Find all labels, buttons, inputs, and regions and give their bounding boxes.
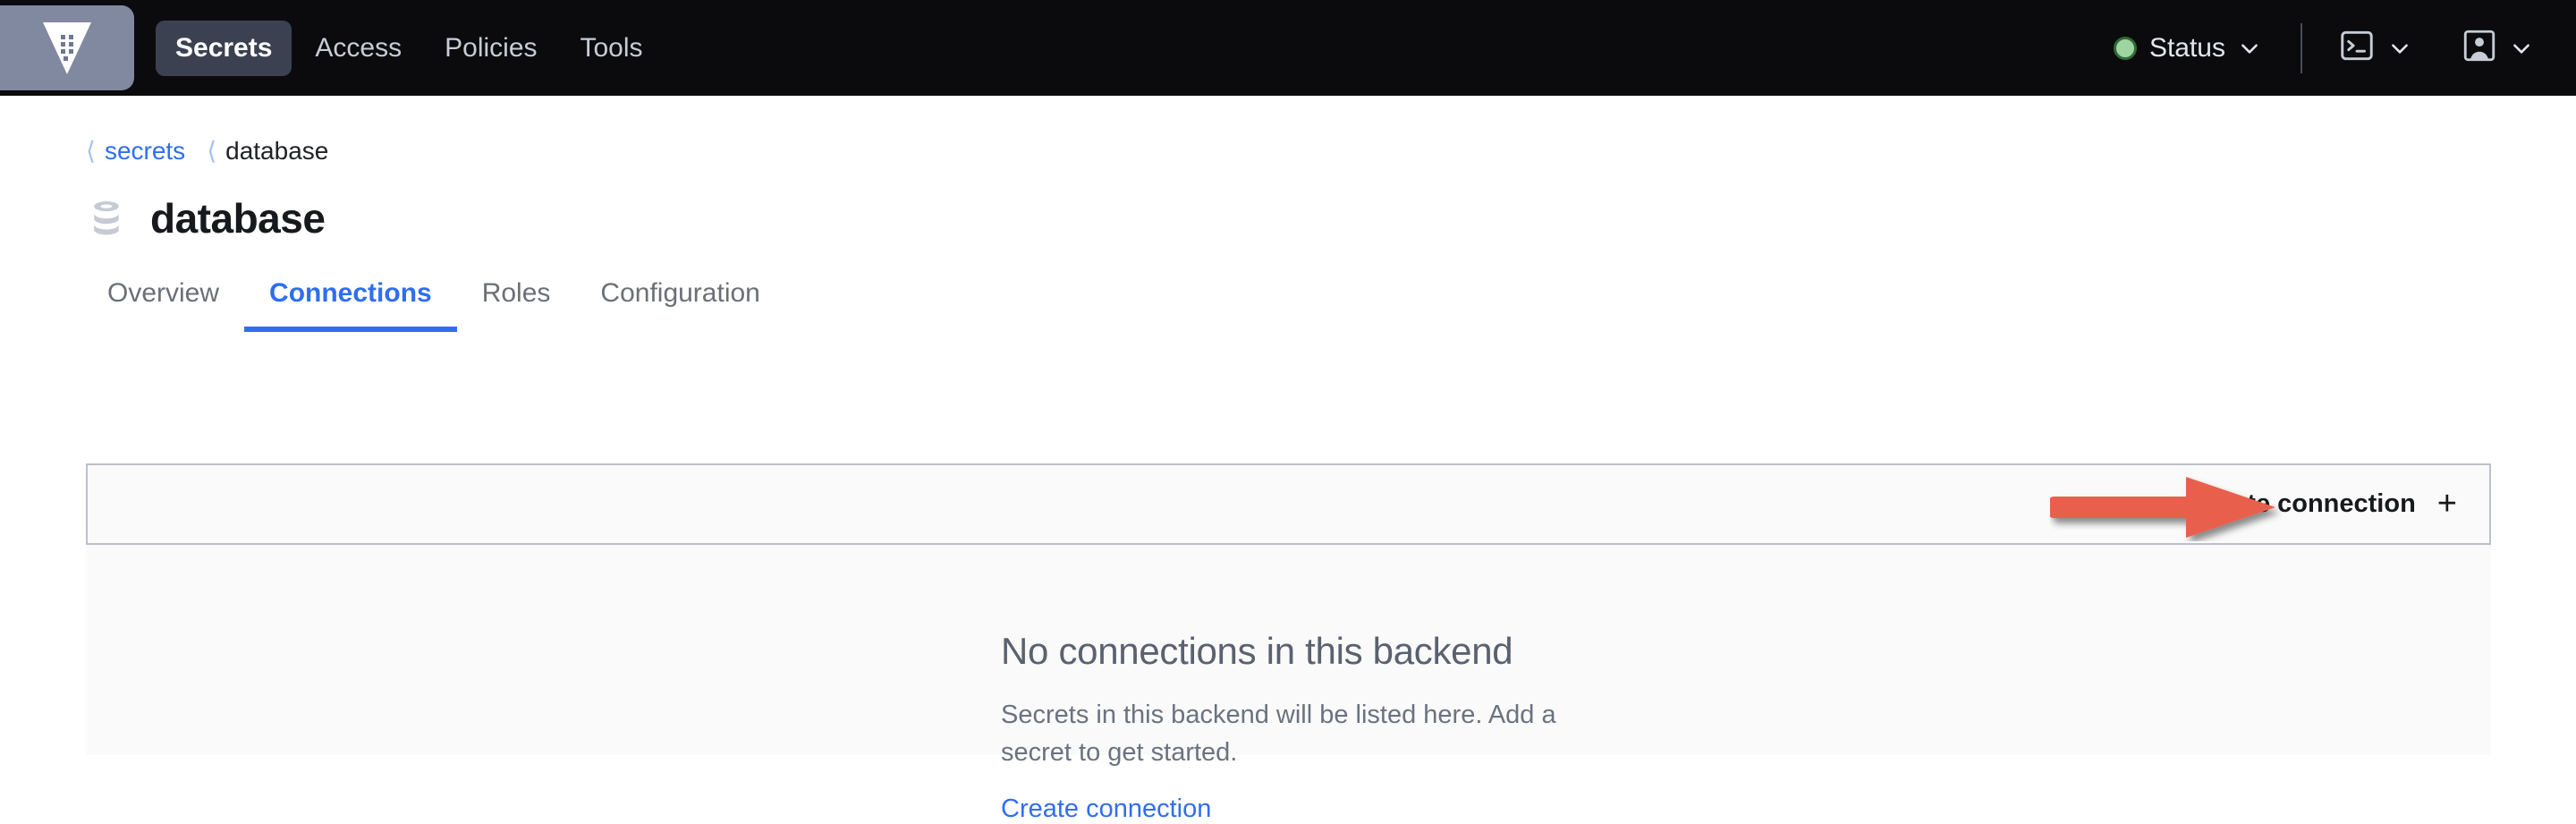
nav-right-group: Status [2105, 0, 2576, 96]
nav-item-policies-label: Policies [445, 32, 538, 63]
empty-state-title: No connections in this backend [1001, 630, 1513, 672]
chevron-down-icon [2510, 37, 2533, 60]
console-toggle-button[interactable] [2333, 25, 2419, 71]
nav-item-access[interactable]: Access [295, 21, 421, 76]
plus-icon: + [2436, 485, 2457, 523]
empty-state: No connections in this backend Secrets i… [1001, 630, 1627, 824]
connections-list-area: No connections in this backend Secrets i… [86, 545, 2491, 823]
chevron-down-icon [2388, 37, 2411, 60]
empty-state-body: Secrets in this backend will be listed h… [1001, 701, 1556, 768]
chevron-left-icon: ⟨ [86, 137, 96, 165]
page-title: database [150, 195, 326, 242]
status-indicator-dot [2113, 36, 2137, 60]
page-body: ⟨ secrets ⟨ database database Overview C… [0, 96, 2576, 823]
nav-item-tools-label: Tools [580, 32, 643, 63]
chevron-down-icon [2238, 37, 2261, 60]
breadcrumb: ⟨ secrets ⟨ database [86, 96, 2576, 164]
nav-item-secrets[interactable]: Secrets [156, 20, 292, 76]
chevron-left-icon: ⟨ [207, 137, 217, 165]
tab-overview[interactable]: Overview [86, 280, 244, 332]
create-connection-button[interactable]: Create connection + [2189, 485, 2457, 523]
tab-connections-label: Connections [269, 278, 432, 308]
content-column: ⟨ secrets ⟨ database database Overview C… [86, 96, 2576, 823]
nav-item-policies[interactable]: Policies [425, 21, 556, 76]
primary-nav: Secrets Access Policies Tools [156, 20, 663, 76]
user-menu-button[interactable] [2456, 24, 2540, 72]
tab-configuration[interactable]: Configuration [575, 280, 784, 332]
tab-bar: Overview Connections Roles Configuration [86, 276, 2576, 332]
vault-logo-button[interactable] [0, 5, 134, 90]
tab-connections[interactable]: Connections [244, 280, 457, 332]
vault-logo-icon [41, 21, 93, 76]
database-stack-icon [86, 198, 127, 239]
tab-roles[interactable]: Roles [457, 280, 576, 332]
nav-item-access-label: Access [315, 32, 402, 63]
nav-item-tools[interactable]: Tools [561, 21, 663, 76]
breadcrumb-item-secrets[interactable]: secrets [105, 139, 185, 164]
status-label: Status [2148, 32, 2225, 63]
empty-state-create-connection-link[interactable]: Create connection [1001, 794, 1211, 824]
terminal-icon [2340, 30, 2374, 65]
toolbar: Create connection + [86, 463, 2491, 545]
tab-overview-label: Overview [107, 278, 220, 308]
tab-configuration-label: Configuration [600, 278, 760, 308]
breadcrumb-item-database: database [225, 137, 329, 165]
top-navigation-bar: Secrets Access Policies Tools Status [0, 0, 2576, 96]
page-header: database [86, 198, 2576, 239]
user-avatar-icon [2463, 30, 2496, 66]
status-menu-button[interactable]: Status [2105, 28, 2270, 69]
nav-item-secrets-label: Secrets [175, 32, 273, 63]
tab-roles-label: Roles [481, 278, 551, 308]
nav-divider [2301, 22, 2302, 73]
create-connection-label: Create connection [2189, 489, 2416, 518]
